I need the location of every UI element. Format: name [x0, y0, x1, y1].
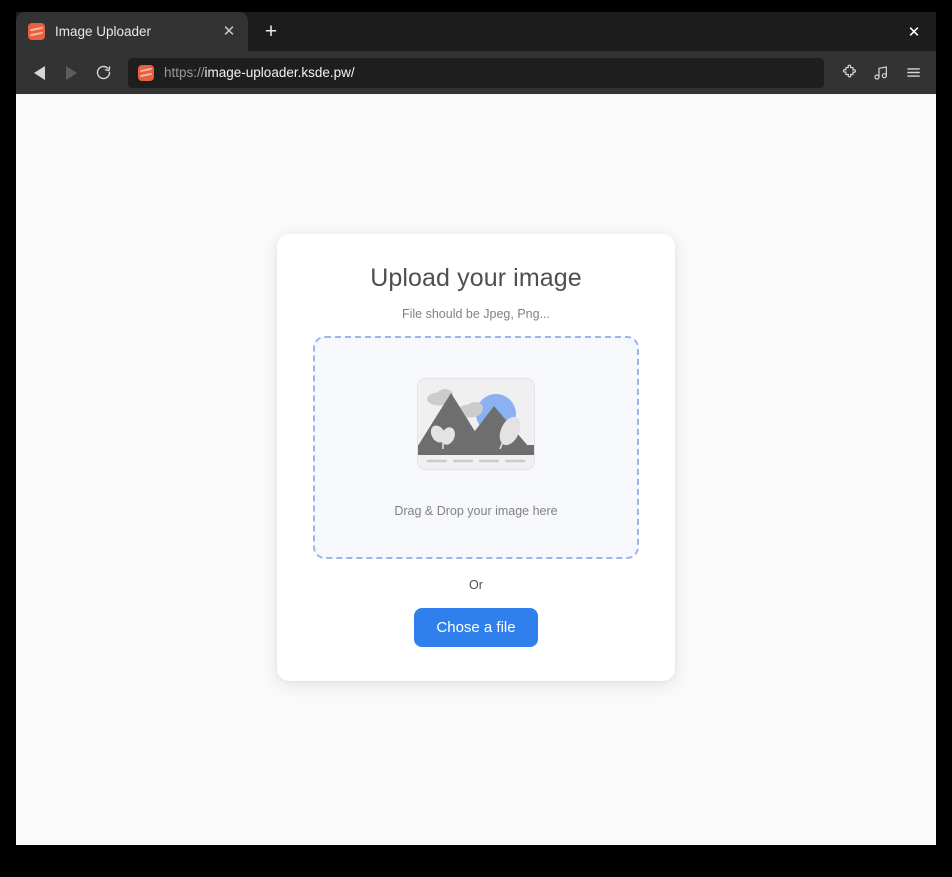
url-host-path: image-uploader.ksde.pw/	[204, 65, 355, 80]
back-arrow-icon	[33, 65, 45, 80]
music-note-icon	[874, 65, 887, 80]
url-scheme: https://	[164, 65, 205, 80]
reload-icon	[96, 65, 110, 80]
separator-text: Or	[469, 578, 483, 592]
puzzle-piece-icon	[842, 64, 856, 78]
browser-tab-image-uploader[interactable]: Image Uploader ✕	[16, 12, 248, 51]
media-control-button[interactable]	[866, 58, 896, 88]
file-dropzone[interactable]: Drag & Drop your image here	[313, 336, 639, 559]
tab-strip: Image Uploader ✕ + ✕	[16, 12, 936, 51]
file-type-hint: File should be Jpeg, Png...	[401, 307, 550, 321]
browser-menu-button[interactable]	[898, 58, 928, 88]
image-uploader-favicon	[28, 23, 45, 40]
upload-card: Upload your image File should be Jpeg, P…	[277, 234, 675, 681]
window-close-button[interactable]: ✕	[900, 18, 928, 46]
tab-title: Image Uploader	[55, 24, 152, 39]
new-tab-button[interactable]: +	[254, 14, 288, 48]
page-title: Upload your image	[370, 264, 582, 292]
landscape-image-placeholder-icon	[417, 377, 535, 470]
hamburger-menu-icon	[906, 68, 920, 77]
site-favicon	[138, 64, 154, 81]
browser-toolbar: https://image-uploader.ksde.pw/	[16, 51, 936, 94]
dropzone-label: Drag & Drop your image here	[394, 503, 558, 518]
extensions-button[interactable]	[834, 58, 864, 88]
browser-window: Image Uploader ✕ + ✕ https://image-uploa…	[16, 12, 936, 845]
url-text: https://image-uploader.ksde.pw/	[164, 65, 355, 80]
landscape-illustration-svg	[418, 388, 534, 462]
address-bar[interactable]: https://image-uploader.ksde.pw/	[128, 57, 824, 88]
page-viewport: Upload your image File should be Jpeg, P…	[16, 94, 936, 845]
forward-arrow-icon	[65, 65, 77, 80]
back-button[interactable]	[24, 58, 54, 88]
reload-button[interactable]	[88, 58, 118, 88]
close-tab-icon[interactable]: ✕	[218, 21, 240, 43]
forward-button	[56, 58, 86, 88]
choose-file-button[interactable]: Chose a file	[414, 608, 538, 647]
